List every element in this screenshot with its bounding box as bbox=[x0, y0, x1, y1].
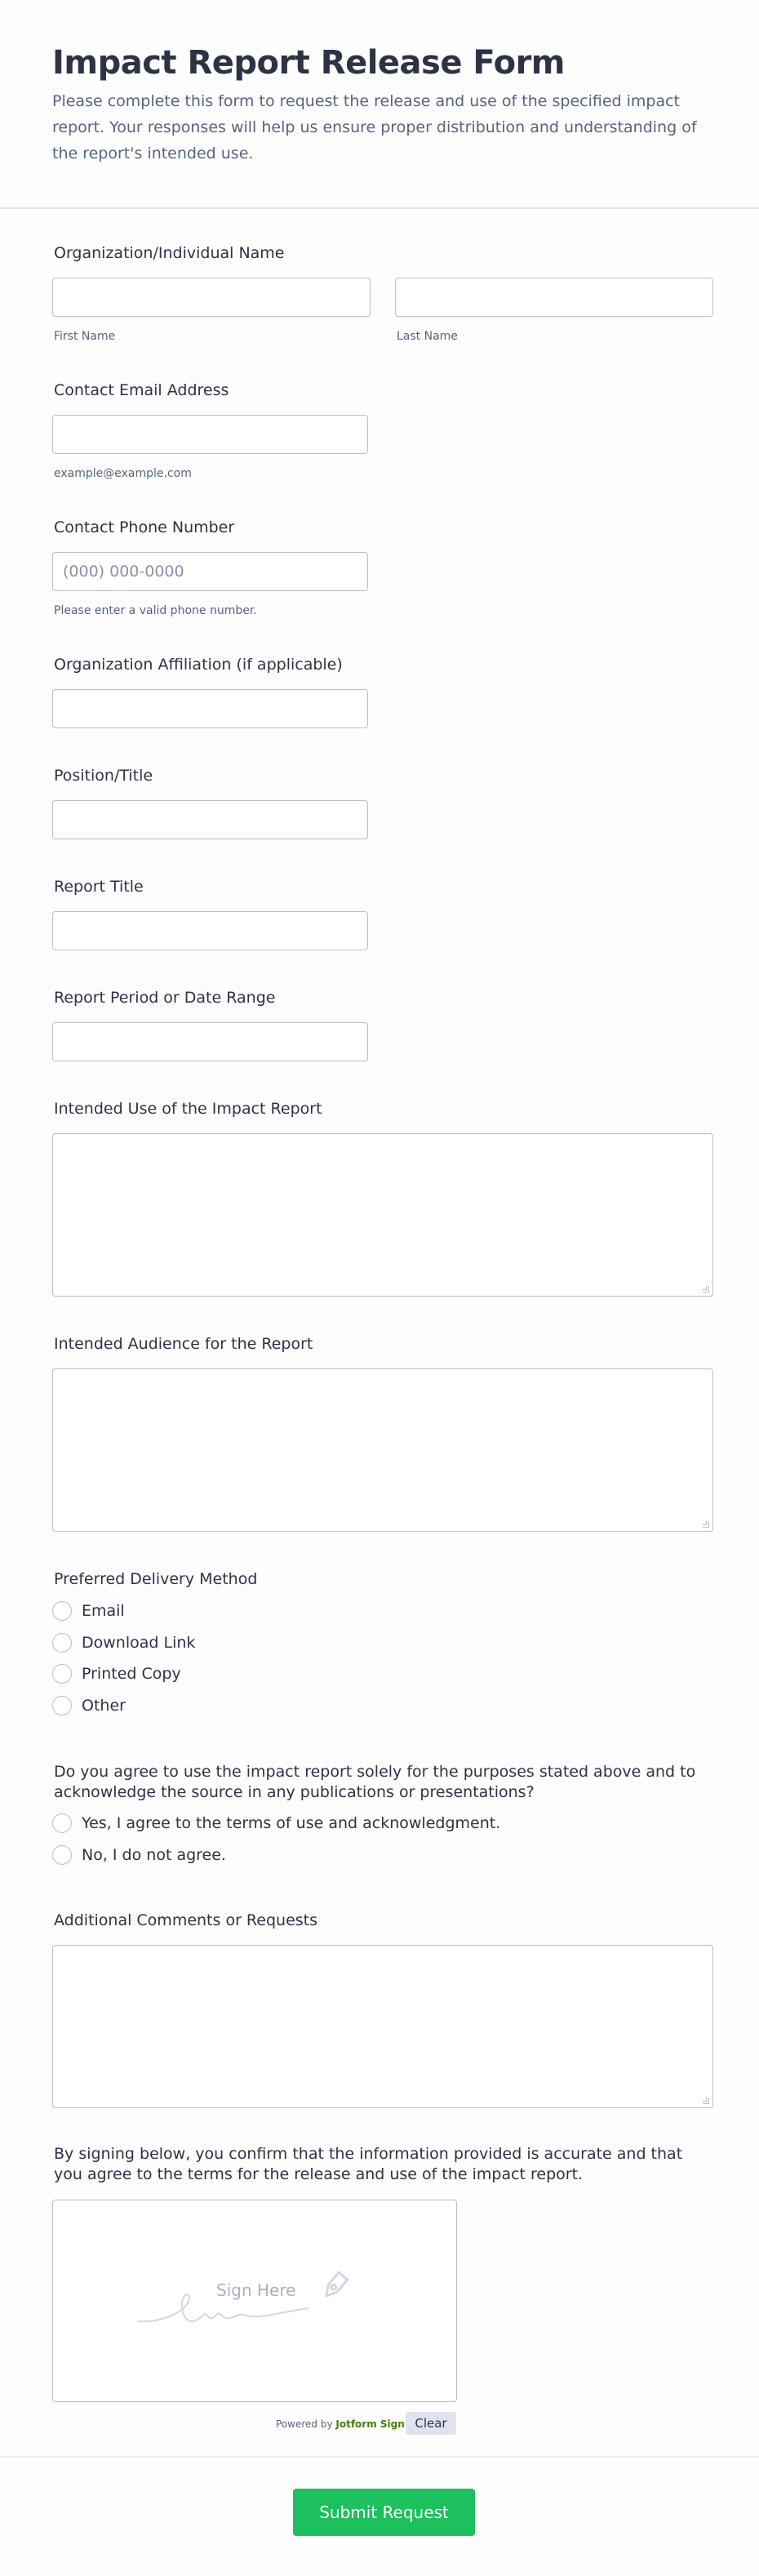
intended-use-label: Intended Use of the Impact Report bbox=[54, 1100, 322, 1118]
comments-label: Additional Comments or Requests bbox=[54, 1911, 317, 1929]
form-title: Impact Report Release Form bbox=[52, 44, 565, 82]
first-name-sublabel: First Name bbox=[54, 330, 116, 343]
delivery-option-email[interactable]: Email bbox=[52, 1595, 257, 1627]
resize-grip-icon[interactable] bbox=[703, 2098, 709, 2104]
phone-sublabel: Please enter a valid phone number. bbox=[54, 604, 257, 617]
agreement-option-no[interactable]: No, I do not agree. bbox=[52, 1840, 713, 1871]
delivery-option-download-link[interactable]: Download Link bbox=[52, 1627, 257, 1659]
name-label: Organization/Individual Name bbox=[54, 244, 285, 262]
delivery-option-printed-copy[interactable]: Printed Copy bbox=[52, 1658, 257, 1690]
intended-audience-label: Intended Audience for the Report bbox=[54, 1335, 313, 1353]
agreement-label: Do you agree to use the impact report so… bbox=[54, 1763, 696, 1801]
form-header: Impact Report Release Form Please comple… bbox=[0, 0, 759, 209]
last-name-input[interactable] bbox=[395, 278, 713, 317]
submit-button[interactable]: Submit Request bbox=[293, 2489, 475, 2536]
radio-circle-icon[interactable] bbox=[52, 1664, 72, 1684]
email-field: Contact Email Address example@example.co… bbox=[52, 380, 368, 481]
clear-signature-button[interactable]: Clear bbox=[406, 2412, 456, 2435]
delivery-method-field: Preferred Delivery Method Email Download… bbox=[52, 1569, 257, 1721]
signature-scribble-icon bbox=[137, 2271, 349, 2323]
form-page: Impact Report Release Form Please comple… bbox=[0, 0, 759, 2576]
position-input[interactable] bbox=[52, 800, 368, 839]
affiliation-field: Organization Affiliation (if applicable) bbox=[52, 655, 368, 728]
delivery-option-label: Printed Copy bbox=[82, 1665, 181, 1684]
delivery-option-label: Download Link bbox=[82, 1633, 196, 1652]
report-title-label: Report Title bbox=[54, 878, 144, 896]
radio-circle-icon[interactable] bbox=[52, 1601, 72, 1622]
delivery-method-label: Preferred Delivery Method bbox=[54, 1570, 258, 1588]
sign-here-placeholder: Sign Here bbox=[216, 2280, 296, 2300]
intended-audience-textarea[interactable] bbox=[52, 1368, 713, 1532]
radio-circle-icon[interactable] bbox=[52, 1695, 72, 1715]
phone-field: Contact Phone Number Please enter a vali… bbox=[52, 518, 368, 618]
footer-divider bbox=[0, 2456, 759, 2458]
report-period-field: Report Period or Date Range bbox=[52, 988, 368, 1061]
comments-field: Additional Comments or Requests bbox=[52, 1911, 713, 2108]
agreement-field: Do you agree to use the impact report so… bbox=[52, 1762, 713, 1871]
radio-circle-icon[interactable] bbox=[52, 1844, 72, 1865]
resize-grip-icon[interactable] bbox=[703, 1286, 709, 1292]
report-period-label: Report Period or Date Range bbox=[54, 989, 276, 1007]
first-name-input[interactable] bbox=[52, 278, 371, 317]
affiliation-label: Organization Affiliation (if applicable) bbox=[54, 656, 343, 674]
last-name-sublabel: Last Name bbox=[397, 330, 458, 343]
agreement-option-label: Yes, I agree to the terms of use and ack… bbox=[82, 1814, 501, 1833]
intended-audience-field: Intended Audience for the Report bbox=[52, 1334, 713, 1532]
report-title-field: Report Title bbox=[52, 877, 368, 950]
agreement-option-label: No, I do not agree. bbox=[82, 1845, 226, 1864]
phone-input[interactable] bbox=[52, 552, 368, 591]
email-label: Contact Email Address bbox=[54, 381, 229, 399]
email-input[interactable] bbox=[52, 415, 368, 454]
form-subtitle: Please complete this form to request the… bbox=[52, 92, 697, 162]
position-field: Position/Title bbox=[52, 766, 368, 839]
resize-grip-icon[interactable] bbox=[703, 1521, 709, 1528]
powered-prefix: Powered by bbox=[276, 2418, 333, 2430]
name-field: Organization/Individual Name First Name … bbox=[52, 243, 713, 344]
intended-use-textarea[interactable] bbox=[52, 1133, 713, 1297]
signature-label: By signing below, you confirm that the i… bbox=[54, 2145, 683, 2183]
jotform-sign-link[interactable]: Jotform Sign bbox=[335, 2418, 404, 2430]
affiliation-input[interactable] bbox=[52, 689, 368, 728]
delivery-option-other[interactable]: Other bbox=[52, 1690, 257, 1722]
signature-pad[interactable]: Sign Here bbox=[52, 2200, 457, 2402]
signature-field: By signing below, you confirm that the i… bbox=[52, 2144, 713, 2402]
comments-textarea[interactable] bbox=[52, 1945, 713, 2108]
delivery-option-label: Email bbox=[82, 1602, 125, 1621]
report-title-input[interactable] bbox=[52, 911, 368, 950]
email-sublabel: example@example.com bbox=[54, 467, 192, 480]
powered-by-text: Powered by Jotform Sign bbox=[276, 2418, 405, 2430]
radio-circle-icon[interactable] bbox=[52, 1813, 72, 1834]
agreement-option-yes[interactable]: Yes, I agree to the terms of use and ack… bbox=[52, 1808, 713, 1840]
radio-circle-icon[interactable] bbox=[52, 1632, 72, 1653]
phone-label: Contact Phone Number bbox=[54, 518, 235, 536]
intended-use-field: Intended Use of the Impact Report bbox=[52, 1099, 713, 1297]
delivery-option-label: Other bbox=[82, 1696, 126, 1715]
position-label: Position/Title bbox=[54, 767, 153, 785]
report-period-input[interactable] bbox=[52, 1022, 368, 1061]
